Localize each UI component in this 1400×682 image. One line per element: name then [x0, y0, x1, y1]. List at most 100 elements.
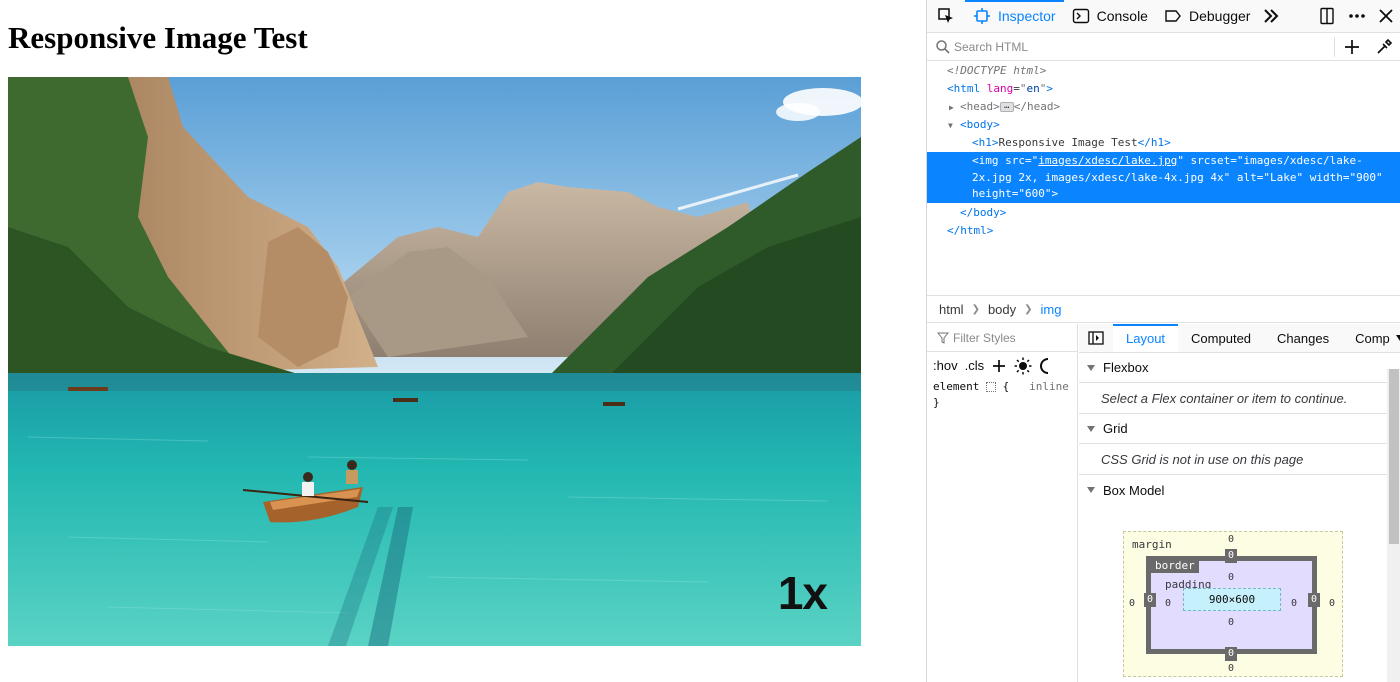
devtools-panel: Inspector Console Debugger Search HTML <…: [926, 0, 1400, 682]
tab-changes[interactable]: Changes: [1264, 324, 1342, 352]
tab-computed[interactable]: Computed: [1178, 324, 1264, 352]
breadcrumb-img[interactable]: img: [1041, 302, 1062, 317]
breadcrumb-html[interactable]: html: [939, 302, 964, 317]
lake-image: 1x: [8, 77, 861, 646]
margin-left-value[interactable]: 0: [1129, 598, 1135, 609]
light-theme-icon[interactable]: [1014, 357, 1032, 375]
scrollbar-thumb[interactable]: [1389, 369, 1399, 544]
img-src-link[interactable]: images/xdesc/lake.jpg: [1038, 154, 1177, 167]
rules-toolbar: :hov .cls: [927, 352, 1077, 379]
close-devtools-button[interactable]: [1371, 0, 1400, 32]
head-node[interactable]: <head>… </head>: [960, 98, 1060, 116]
inline-source-label: inline: [1029, 380, 1069, 393]
h1-node-text: Responsive Image Test: [998, 136, 1138, 149]
lake-landscape-graphic: [8, 77, 861, 646]
eyedropper-button[interactable]: [1369, 33, 1399, 61]
html-attr-value: en: [1026, 82, 1040, 95]
double-chevron-right-icon: [1264, 9, 1279, 23]
filter-styles-input[interactable]: [953, 330, 1063, 345]
collapsed-ellipsis-icon[interactable]: …: [999, 102, 1014, 112]
margin-bottom-value[interactable]: 0: [1228, 663, 1234, 674]
class-toggle[interactable]: .cls: [965, 358, 985, 373]
layout-sidebar: Layout Computed Changes Comp Flexbox Sel…: [1079, 324, 1400, 682]
expand-head-icon[interactable]: ▶: [949, 99, 954, 117]
page-heading: Responsive Image Test: [8, 20, 308, 55]
body-node[interactable]: <body>: [960, 116, 1000, 134]
tab-layout[interactable]: Layout: [1113, 324, 1179, 352]
sidebar-toggle-icon: [1088, 331, 1104, 345]
tab-debugger[interactable]: Debugger: [1156, 0, 1259, 32]
collapse-triangle-icon: [1087, 364, 1095, 371]
options-menu-button[interactable]: [1343, 0, 1371, 32]
border-bottom-value[interactable]: 0: [1225, 647, 1237, 661]
filter-styles-bar: [927, 324, 1077, 352]
dock-side-icon: [1320, 7, 1334, 25]
img-node-srcset: " srcset="images/xdesc/lake-: [1177, 154, 1363, 167]
hover-state-toggle[interactable]: :hov: [933, 358, 958, 373]
image-resolution-badge: 1x: [777, 567, 828, 619]
collapse-triangle-icon: [1087, 487, 1095, 493]
more-options-icon: [1349, 14, 1365, 18]
box-model-content-size[interactable]: 900×600: [1183, 588, 1281, 611]
element-style-dotted-icon: [985, 382, 996, 392]
selected-img-node[interactable]: <img src="images/xdesc/lake.jpg" srcset=…: [927, 152, 1400, 203]
element-close-brace: }: [933, 396, 940, 409]
sidebar-scrollbar[interactable]: [1387, 369, 1400, 682]
more-tools-button[interactable]: [1258, 0, 1284, 32]
padding-right-value[interactable]: 0: [1291, 598, 1297, 609]
chevron-right-icon: ❯: [1024, 303, 1033, 315]
markup-view[interactable]: <!DOCTYPE html> <html lang="en"> ▶ <head…: [927, 62, 1400, 294]
border-top-value[interactable]: 0: [1225, 549, 1237, 563]
search-icon: [936, 39, 950, 54]
margin-top-value[interactable]: 0: [1228, 534, 1234, 545]
border-right-value[interactable]: 0: [1308, 593, 1320, 607]
dark-theme-icon[interactable]: [1039, 357, 1049, 375]
flexbox-section-header[interactable]: Flexbox: [1079, 353, 1400, 383]
padding-left-value[interactable]: 0: [1165, 598, 1171, 609]
html-search-bar: [927, 33, 1400, 61]
doctype-node[interactable]: <!DOCTYPE html>: [947, 62, 1046, 80]
body-close-text: </body>: [960, 206, 1007, 219]
padding-bottom-value[interactable]: 0: [1228, 617, 1234, 628]
collapse-triangle-icon: [1087, 425, 1095, 432]
tab-console[interactable]: Console: [1064, 0, 1156, 32]
element-style-rule[interactable]: element { inline }: [927, 379, 1077, 411]
inspector-icon: [974, 8, 990, 24]
grid-title: Grid: [1103, 421, 1128, 436]
toggle-sidebar-button[interactable]: [1079, 324, 1113, 352]
tab-inspector[interactable]: Inspector: [965, 0, 1064, 32]
html-close-text: </html>: [947, 224, 994, 237]
element-picker-icon: [938, 8, 953, 23]
head-tag-name: head: [966, 100, 994, 113]
margin-right-value[interactable]: 0: [1329, 598, 1335, 609]
grid-section-header[interactable]: Grid: [1079, 414, 1400, 444]
img-node-open: <img src=": [972, 154, 1039, 167]
flexbox-title: Flexbox: [1103, 360, 1149, 375]
chevron-right-icon: ❯: [971, 303, 980, 315]
search-html-input[interactable]: [954, 39, 1334, 54]
img-node-attrs: 2x.jpg 2x, images/xdesc/lake-4x.jpg 4x" …: [972, 170, 1383, 184]
breadcrumb-body[interactable]: body: [988, 302, 1016, 317]
box-model-section-header[interactable]: Box Model: [1079, 475, 1400, 505]
element-open-brace: {: [1002, 380, 1010, 393]
border-left-value[interactable]: 0: [1144, 593, 1156, 607]
add-rule-icon[interactable]: [991, 358, 1007, 374]
html-close-node[interactable]: </html>: [947, 222, 993, 240]
element-selector: element: [933, 380, 986, 393]
grid-message: CSS Grid is not in use on this page: [1079, 444, 1400, 475]
element-picker-button[interactable]: [927, 0, 965, 32]
add-node-button[interactable]: [1335, 33, 1369, 61]
dock-toggle-button[interactable]: [1311, 0, 1343, 32]
box-model-title: Box Model: [1103, 482, 1165, 498]
page-viewport: Responsive Image Test 1x: [0, 0, 926, 682]
padding-top-value[interactable]: 0: [1228, 572, 1234, 583]
collapse-body-icon[interactable]: ▼: [948, 117, 953, 135]
html-node[interactable]: <html lang="en">: [947, 80, 1053, 98]
plus-icon: [1345, 39, 1359, 54]
h1-node[interactable]: <h1>Responsive Image Test</h1>: [972, 134, 1171, 152]
tab-inspector-label: Inspector: [998, 8, 1056, 24]
body-close-node[interactable]: </body>: [960, 204, 1006, 222]
head-close-tag-name: head: [1027, 100, 1054, 113]
tabs-overflow-button[interactable]: [1392, 324, 1400, 352]
tab-compatibility[interactable]: Comp: [1342, 324, 1392, 352]
